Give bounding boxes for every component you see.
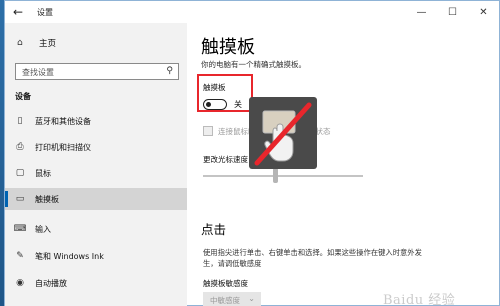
search-input[interactable]: 查找设置 ⚲ [15,63,179,80]
touchpad-icon: ▭ [15,194,25,204]
pen-icon: ✎ [16,251,24,261]
watermark: Baidu 经验 [383,293,456,306]
sidebar: ⌂ 主页 查找设置 ⚲ 设备 ▯ 蓝牙和其他设备 ⎙ 打印机和扫描仪 ▢ 鼠标 … [5,23,187,306]
sidebar-item-label: 蓝牙和其他设备 [35,116,91,126]
window-controls: — ☐ ✕ [406,1,499,23]
touchpad-disabled-graphic [254,102,312,166]
sidebar-item-mouse[interactable]: ▢ 鼠标 [5,162,187,184]
sidebar-item-label: 输入 [35,224,51,234]
cursor-speed-label: 更改光标速度 [203,155,248,164]
touchpad-toggle-label: 触摸板 [203,83,226,92]
sidebar-home[interactable]: ⌂ 主页 [17,37,56,49]
autoplay-icon: ◉ [16,278,24,288]
sidebar-item-label: 自动播放 [35,278,67,288]
settings-window: ← 设置 — ☐ ✕ ⌂ 主页 查找设置 ⚲ 设备 ▯ 蓝牙和其他设备 ⎙ 打印… [4,0,500,306]
bluetooth-icon: ▯ [17,116,23,126]
cursor-speed-slider-thumb[interactable] [273,168,278,183]
keep-touchpad-on-checkbox[interactable] [203,126,213,136]
sidebar-item-bluetooth[interactable]: ▯ 蓝牙和其他设备 [5,110,187,132]
page-subtitle: 你的电脑有一个精确式触摸板。 [201,60,306,69]
sidebar-item-label: 笔和 Windows Ink [35,251,104,261]
sidebar-item-label: 打印机和扫描仪 [35,142,91,152]
sidebar-item-label: 触摸板 [35,194,59,204]
window-title: 设置 [37,7,53,17]
section-title: 点击 [201,222,227,237]
minimize-button[interactable]: — [406,1,437,23]
cursor-speed-slider-track[interactable] [203,175,363,177]
chevron-down-icon: ⌄ [248,294,255,303]
touchpad-toggle[interactable] [203,99,227,110]
touchpad-disabled-icon [249,97,317,169]
search-placeholder: 查找设置 [22,68,54,77]
sensitivity-value: 中敏感度 [210,296,240,305]
toggle-knob [206,101,211,107]
sidebar-item-pen[interactable]: ✎ 笔和 Windows Ink [5,245,187,267]
search-icon: ⚲ [166,66,173,76]
title-bar: ← 设置 — ☐ ✕ [5,1,499,23]
back-button[interactable]: ← [5,1,31,23]
home-label: 主页 [39,39,57,49]
maximize-button[interactable]: ☐ [437,1,468,23]
sidebar-item-touchpad[interactable]: ▭ 触摸板 [5,188,187,210]
close-button[interactable]: ✕ [468,1,499,23]
section-description: 使用指尖进行单击、右键单击和选择。如果这些操作在键入时意外发生，请调低敏感度 [203,248,422,268]
sensitivity-label: 触摸板敏感度 [203,279,248,288]
printer-icon: ⎙ [16,142,24,152]
sensitivity-dropdown[interactable]: 中敏感度 ⌄ [203,292,261,306]
sidebar-item-typing[interactable]: ⌨ 输入 [5,218,187,240]
page-title: 触摸板 [201,37,255,58]
toggle-state-label: 关 [234,100,242,109]
keyboard-icon: ⌨ [13,224,27,234]
mouse-icon: ▢ [15,168,25,178]
main-content: 触摸板 你的电脑有一个精确式触摸板。 触摸板 关 连接鼠标时让触摸板保持打开状态… [197,23,499,306]
sidebar-section-title: 设备 [15,92,31,101]
sidebar-item-autoplay[interactable]: ◉ 自动播放 [5,272,187,294]
back-arrow-icon: ← [12,5,24,19]
sidebar-item-label: 鼠标 [35,168,51,178]
home-icon: ⌂ [17,38,23,48]
sidebar-item-printers[interactable]: ⎙ 打印机和扫描仪 [5,136,187,158]
